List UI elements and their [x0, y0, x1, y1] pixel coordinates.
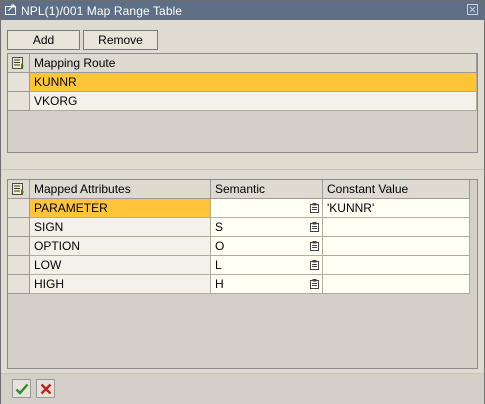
column-header-mapped-attributes[interactable]: Mapped Attributes — [30, 180, 211, 199]
confirm-button[interactable] — [12, 379, 31, 398]
row-selector[interactable] — [8, 218, 30, 237]
table-cell-attribute[interactable]: LOW — [30, 256, 211, 275]
remove-button[interactable]: Remove — [83, 30, 158, 50]
mapping-route-table: Mapping Route KUNNR VKORG — [7, 53, 478, 153]
table-cell-attribute[interactable]: SIGN — [30, 218, 211, 237]
mapped-attributes-table: Mapped Attributes Semantic Constant Valu… — [7, 179, 478, 369]
section-divider — [1, 169, 484, 170]
value-help-icon[interactable] — [310, 241, 319, 251]
table-config-button[interactable] — [8, 180, 30, 199]
column-header-mapping-route[interactable]: Mapping Route — [30, 54, 477, 73]
semantic-input[interactable]: S — [211, 218, 323, 237]
semantic-value: L — [215, 258, 222, 272]
value-help-icon[interactable] — [310, 222, 319, 232]
cancel-icon — [40, 383, 52, 395]
semantic-input[interactable]: L — [211, 256, 323, 275]
semantic-input[interactable]: O — [211, 237, 323, 256]
list-item[interactable]: VKORG — [30, 92, 477, 111]
semantic-value: O — [215, 239, 225, 253]
column-header-constant-value[interactable]: Constant Value — [323, 180, 470, 199]
footer-bar — [1, 373, 484, 404]
title-bar: NPL(1)/001 Map Range Table — [1, 1, 484, 20]
constant-value-input[interactable] — [323, 275, 470, 294]
row-selector[interactable] — [8, 237, 30, 256]
semantic-value: H — [215, 277, 224, 291]
value-help-icon[interactable] — [310, 203, 319, 213]
table-config-icon — [12, 183, 24, 195]
row-selector[interactable] — [8, 256, 30, 275]
row-selector[interactable] — [8, 73, 30, 92]
table-config-icon — [12, 57, 24, 69]
semantic-input[interactable]: H — [211, 275, 323, 294]
constant-value-input[interactable] — [323, 237, 470, 256]
cancel-button[interactable] — [36, 379, 55, 398]
checkmark-icon — [15, 383, 29, 395]
table-cell-attribute[interactable]: OPTION — [30, 237, 211, 256]
value-help-icon[interactable] — [310, 279, 319, 289]
constant-value-input[interactable]: 'KUNNR' — [323, 199, 470, 218]
value-help-icon[interactable] — [310, 260, 319, 270]
close-icon[interactable] — [467, 4, 478, 15]
table-config-button[interactable] — [8, 54, 30, 73]
row-selector[interactable] — [8, 199, 30, 218]
window-icon — [5, 4, 17, 16]
table-cell-attribute[interactable]: PARAMETER — [30, 199, 211, 218]
row-selector[interactable] — [8, 92, 30, 111]
list-item[interactable]: KUNNR — [30, 73, 477, 92]
table-cell-attribute[interactable]: HIGH — [30, 275, 211, 294]
column-header-semantic[interactable]: Semantic — [211, 180, 323, 199]
semantic-input[interactable] — [211, 199, 323, 218]
window-title: NPL(1)/001 Map Range Table — [21, 4, 183, 18]
add-button[interactable]: Add — [7, 30, 80, 50]
dialog-window: NPL(1)/001 Map Range Table Add Remove Ma… — [0, 0, 485, 404]
semantic-value: S — [215, 220, 224, 234]
constant-value-input[interactable] — [323, 256, 470, 275]
constant-value-input[interactable] — [323, 218, 470, 237]
row-selector[interactable] — [8, 275, 30, 294]
